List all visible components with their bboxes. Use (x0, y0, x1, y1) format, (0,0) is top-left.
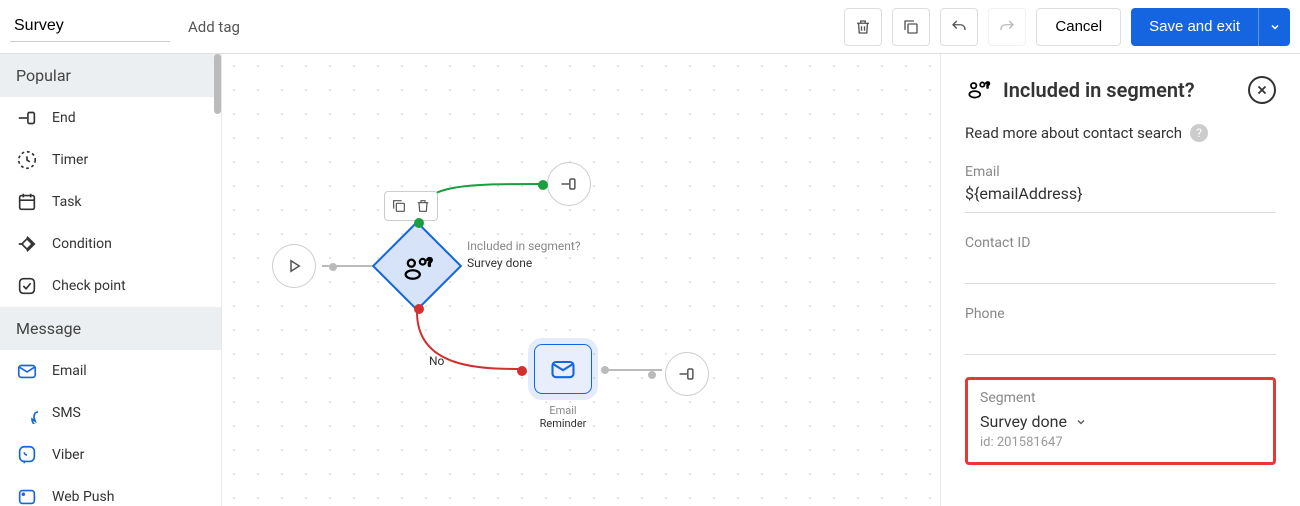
edge-no-label: No (429, 354, 444, 368)
connector-dot[interactable] (538, 180, 548, 190)
field-value[interactable]: ${emailAddress} (965, 184, 1276, 206)
trash-icon (854, 18, 872, 36)
sidebar-item-end[interactable]: End (0, 97, 221, 139)
connector-in[interactable] (517, 366, 527, 376)
redo-button[interactable] (988, 8, 1026, 46)
segment-id: id: 201581647 (980, 435, 1261, 450)
sidebar-item-email[interactable]: Email (0, 350, 221, 392)
end-icon (677, 364, 697, 384)
panel-title: Included in segment? (1003, 78, 1236, 102)
node-copy-button[interactable] (388, 195, 410, 217)
workflow-name-input[interactable] (10, 11, 170, 42)
email-caption: Email Reminder (530, 404, 596, 430)
end-icon (16, 107, 38, 129)
sidebar-item-label: Viber (52, 447, 84, 463)
sms-icon (16, 402, 38, 424)
read-more-link[interactable]: Read more about contact search ? (965, 124, 1276, 142)
topbar: Add tag Cancel Save and exit (0, 0, 1300, 54)
section-popular: Popular (0, 54, 221, 97)
start-node[interactable] (272, 244, 316, 288)
field-label: Phone (965, 306, 1276, 322)
connector-dot[interactable] (329, 263, 337, 271)
sidebar-item-label: SMS (52, 405, 81, 421)
viber-icon (16, 444, 38, 466)
chevron-down-icon (1075, 416, 1087, 428)
condition-icon (16, 233, 38, 255)
duplicate-button[interactable] (892, 8, 930, 46)
save-options-caret[interactable] (1258, 8, 1290, 46)
webpush-icon (16, 486, 38, 506)
undo-button[interactable] (940, 8, 978, 46)
undo-icon (950, 18, 968, 36)
sidebar-item-label: Check point (52, 278, 126, 294)
sidebar-item-webpush[interactable]: Web Push (0, 476, 221, 506)
sidebar-item-label: Web Push (52, 489, 114, 505)
node-delete-button[interactable] (412, 195, 434, 217)
end-icon (559, 174, 579, 194)
sidebar-item-condition[interactable]: Condition (0, 223, 221, 265)
email-node[interactable]: Email Reminder (530, 344, 596, 430)
cancel-button[interactable]: Cancel (1036, 8, 1121, 46)
node-toolbar (384, 191, 438, 221)
field-email[interactable]: Email ${emailAddress} (965, 164, 1276, 213)
segment-select[interactable]: Survey done (980, 412, 1261, 431)
field-value[interactable] (965, 255, 1276, 277)
field-value[interactable] (965, 326, 1276, 348)
end-node-yes[interactable] (547, 162, 591, 206)
email-icon (549, 355, 577, 383)
field-contact-id[interactable]: Contact ID (965, 235, 1276, 284)
connector-yes[interactable] (414, 218, 424, 228)
copy-icon (902, 18, 920, 36)
delete-button[interactable] (844, 8, 882, 46)
redo-icon (998, 18, 1016, 36)
email-icon (16, 360, 38, 382)
sidebar-item-task[interactable]: Task (0, 181, 221, 223)
section-message: Message (0, 307, 221, 350)
sidebar-item-label: Task (52, 194, 82, 210)
timer-icon (16, 149, 38, 171)
connector-out[interactable] (601, 366, 609, 374)
condition-labels: Included in segment? Survey done (467, 238, 581, 272)
connector-no[interactable] (414, 304, 424, 314)
end-node-after-email[interactable] (665, 352, 709, 396)
sidebar-item-sms[interactable]: SMS (0, 392, 221, 434)
workflow-canvas[interactable]: ? Included in segment? Survey done No Em… (222, 54, 940, 506)
segment-icon: ? (400, 252, 434, 286)
chevron-down-icon (1269, 21, 1281, 33)
close-icon (1255, 83, 1269, 97)
properties-panel: ? Included in segment? Read more about c… (940, 54, 1300, 506)
field-segment-highlighted: Segment Survey done id: 201581647 (965, 377, 1276, 465)
sidebar-item-checkpoint[interactable]: Check point (0, 265, 221, 307)
sidebar-item-viber[interactable]: Viber (0, 434, 221, 476)
checkpoint-icon (16, 275, 38, 297)
sidebar-item-label: Condition (52, 236, 112, 252)
canvas-dots (222, 54, 940, 506)
field-label: Segment (980, 390, 1261, 406)
task-icon (16, 191, 38, 213)
scrollbar[interactable] (214, 54, 221, 114)
blocks-sidebar: Popular End Timer Task Condition Check p… (0, 54, 222, 506)
play-icon (285, 257, 303, 275)
help-icon[interactable]: ? (1190, 124, 1208, 142)
save-and-exit-button[interactable]: Save and exit (1131, 8, 1258, 46)
sidebar-item-timer[interactable]: Timer (0, 139, 221, 181)
field-phone[interactable]: Phone (965, 306, 1276, 355)
svg-text:?: ? (986, 81, 990, 91)
sidebar-item-label: End (52, 110, 76, 126)
connector-dot[interactable] (648, 371, 656, 379)
field-label: Email (965, 164, 1276, 180)
sidebar-item-label: Email (52, 363, 87, 379)
sidebar-item-label: Timer (52, 152, 88, 168)
segment-icon: ? (965, 77, 991, 103)
close-panel-button[interactable] (1248, 76, 1276, 104)
field-label: Contact ID (965, 235, 1276, 251)
add-tag-button[interactable]: Add tag (180, 12, 248, 42)
condition-node[interactable]: ? (372, 221, 462, 311)
svg-text:?: ? (427, 255, 432, 269)
